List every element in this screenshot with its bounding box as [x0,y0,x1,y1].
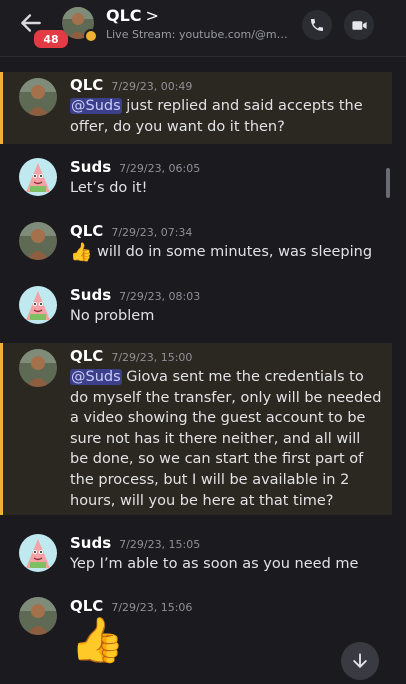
message-author[interactable]: QLC [70,347,103,365]
message-list[interactable]: QLC 7/29/23, 00:49 @Suds just replied an… [0,56,406,684]
message-author[interactable]: Suds [70,534,111,552]
voice-call-button[interactable] [302,10,332,40]
arrow-down-icon [353,653,367,668]
message-author[interactable]: Suds [70,158,111,176]
avatar[interactable] [19,349,57,387]
message-item[interactable]: Suds 7/29/23, 08:03 No problem [0,282,392,334]
thumbs-up-icon: 👍 [70,615,125,666]
status-text: Live Stream: youtube.com/@meto... [106,28,292,41]
message-item[interactable]: Suds 7/29/23, 06:05 Let’s do it! [0,154,392,206]
message-text: No problem [70,308,155,324]
thumbs-up-icon: 👍 [70,242,93,263]
message-text: Giova sent me the credentials to do myse… [70,369,382,509]
message-item[interactable]: QLC 7/29/23, 00:49 @Suds just replied an… [0,72,392,144]
message-timestamp: 7/29/23, 00:49 [111,80,193,93]
message-content: 👍 will do in some minutes, was sleeping [70,242,382,264]
message-author[interactable]: Suds [70,286,111,304]
scrollbar[interactable] [386,168,390,198]
avatar[interactable] [19,222,57,260]
channel-name: QLC [106,6,142,25]
chat-header: 48 QLC > Live Stream: youtube.com/@meto.… [0,0,406,57]
phone-icon [311,19,323,31]
message-item[interactable]: QLC 7/29/23, 07:34 👍 will do in some min… [0,218,392,270]
status-indicator [84,29,98,43]
message-item[interactable]: QLC 7/29/23, 15:00 @Suds Giova sent me t… [0,343,392,515]
page-title[interactable]: QLC > [106,6,159,25]
video-camera-icon [351,20,367,30]
message-text: Yep I’m able to as soon as you need me [70,556,359,572]
user-mention[interactable]: @Suds [70,98,122,114]
message-author[interactable]: QLC [70,597,103,615]
message-content: @Suds just replied and said accepts the … [70,96,382,137]
jump-to-bottom-button[interactable] [341,642,379,680]
video-call-button[interactable] [344,10,374,40]
message-timestamp: 7/29/23, 08:03 [119,290,201,303]
message-timestamp: 7/29/23, 15:06 [111,601,193,614]
avatar[interactable] [19,534,57,572]
message-timestamp: 7/29/23, 07:34 [111,226,193,239]
message-item[interactable]: Suds 7/29/23, 15:05 Yep I’m able to as s… [0,530,392,582]
message-item[interactable]: QLC 7/29/23, 15:06 👍 [0,593,392,673]
avatar[interactable] [19,597,57,635]
avatar[interactable] [19,286,57,324]
user-mention[interactable]: @Suds [70,369,122,385]
message-timestamp: 7/29/23, 15:00 [111,351,193,364]
chevron-right-icon: > [145,6,159,25]
avatar[interactable] [19,78,57,116]
message-timestamp: 7/29/23, 15:05 [119,538,201,551]
message-text: will do in some minutes, was sleeping [92,244,373,260]
message-author[interactable]: QLC [70,222,103,240]
message-author[interactable]: QLC [70,76,103,94]
avatar[interactable] [19,158,57,196]
message-content: @Suds Giova sent me the credentials to d… [70,367,382,511]
message-text: Let’s do it! [70,180,148,196]
message-timestamp: 7/29/23, 06:05 [119,162,201,175]
